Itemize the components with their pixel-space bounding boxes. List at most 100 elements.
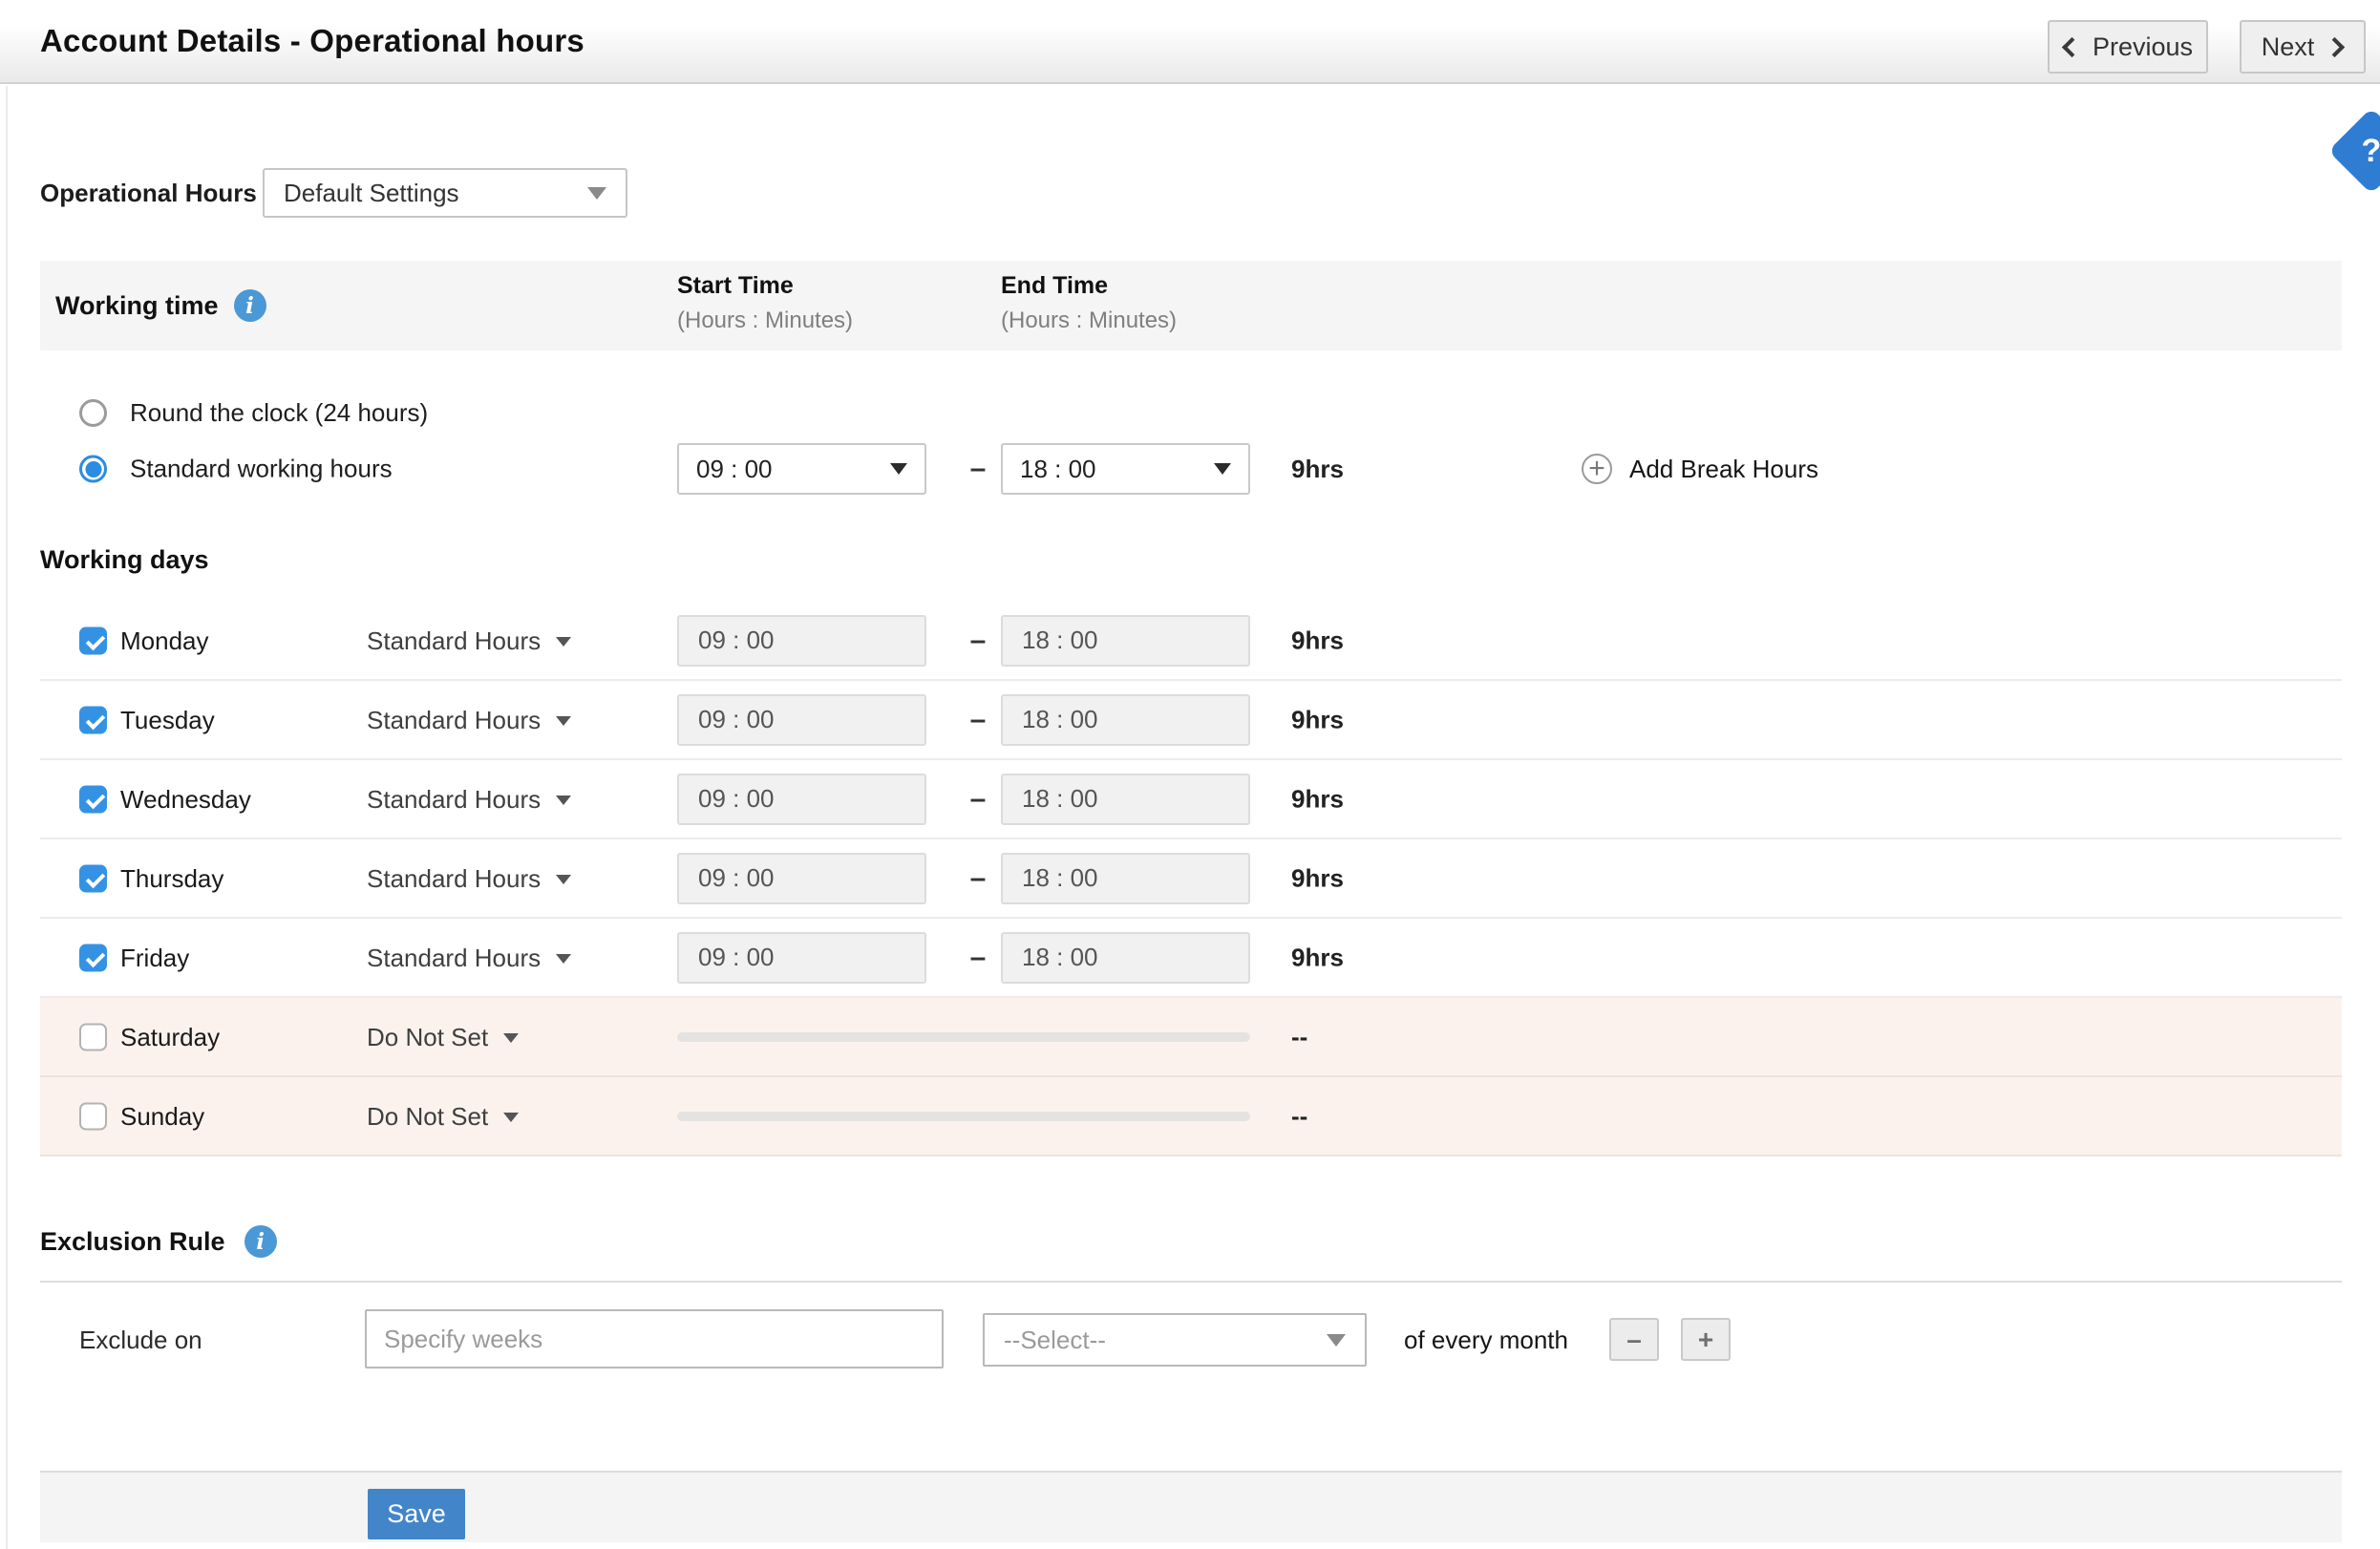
end-time-title: End Time	[1001, 272, 1177, 300]
operational-hours-page: Account Details - Operational hours Prev…	[0, 0, 2380, 1549]
time-range-dash: –	[955, 442, 1001, 496]
working-day-row: Monday Standard Hours 09 : 00 – 18 : 00 …	[40, 602, 2342, 681]
working-day-row: Saturday Do Not Set --	[40, 998, 2342, 1077]
previous-button-label: Previous	[2093, 32, 2193, 62]
end-time-column-header: End Time (Hours : Minutes)	[1001, 272, 1177, 334]
operational-hours-value: Default Settings	[284, 179, 459, 208]
end-time-value: 18 : 00	[1020, 455, 1096, 484]
day-end-field: 18 : 00	[1001, 774, 1250, 825]
page-header: Account Details - Operational hours Prev…	[0, 0, 2380, 84]
working-day-row: Sunday Do Not Set --	[40, 1077, 2342, 1156]
day-mode-dropdown[interactable]: Standard Hours	[367, 681, 571, 760]
dropdown-arrow-icon	[556, 637, 571, 647]
question-mark-icon: ?	[2362, 133, 2380, 170]
day-label: Wednesday	[120, 760, 251, 839]
working-time-label: Working time	[55, 291, 219, 321]
add-break-hours-button[interactable]: + Add Break Hours	[1582, 442, 1818, 496]
plus-circle-icon: +	[1582, 454, 1612, 484]
dropdown-arrow-icon	[556, 875, 571, 884]
add-rule-button[interactable]: +	[1681, 1318, 1731, 1361]
start-time-title: Start Time	[677, 272, 853, 300]
info-icon[interactable]: i	[244, 1225, 277, 1258]
day-checkbox[interactable]	[79, 706, 107, 733]
day-mode-label: Standard Hours	[367, 785, 541, 815]
chevron-left-icon	[2062, 36, 2082, 56]
working-day-row: Tuesday Standard Hours 09 : 00 – 18 : 00…	[40, 681, 2342, 760]
day-start-field: 09 : 00	[677, 774, 926, 825]
specify-weeks-input[interactable]	[365, 1309, 944, 1369]
save-button[interactable]: Save	[368, 1489, 465, 1539]
start-time-dropdown[interactable]: 09 : 00	[677, 443, 926, 495]
day-checkbox[interactable]	[79, 626, 107, 654]
day-checkbox[interactable]	[79, 1102, 107, 1130]
day-range-dash: –	[955, 862, 1001, 895]
day-range-dash: –	[955, 783, 1001, 816]
disabled-time-bar	[677, 1112, 1250, 1121]
previous-button[interactable]: Previous	[2048, 20, 2208, 74]
day-end-field: 18 : 00	[1001, 615, 1250, 667]
operational-hours-row: Operational Hours Default Settings	[40, 168, 2342, 218]
working-day-row: Thursday Standard Hours 09 : 00 – 18 : 0…	[40, 839, 2342, 919]
day-range-dash: –	[955, 625, 1001, 657]
minus-icon: –	[1626, 1325, 1642, 1355]
day-mode-dropdown[interactable]: Standard Hours	[367, 602, 571, 681]
day-mode-label: Do Not Set	[367, 1102, 488, 1132]
day-label: Friday	[120, 919, 189, 998]
day-label: Saturday	[120, 998, 220, 1077]
total-hours-value: 9hrs	[1291, 442, 1344, 496]
day-mode-dropdown[interactable]: Standard Hours	[367, 760, 571, 839]
start-time-column-header: Start Time (Hours : Minutes)	[677, 272, 853, 334]
standard-hours-label: Standard working hours	[130, 455, 393, 484]
footer-bar: Save	[40, 1471, 2342, 1542]
day-mode-dropdown[interactable]: Standard Hours	[367, 839, 571, 919]
dropdown-arrow-icon	[1214, 463, 1231, 475]
day-start-field: 09 : 00	[677, 932, 926, 984]
day-mode-label: Standard Hours	[367, 626, 541, 656]
dropdown-arrow-icon	[503, 1033, 519, 1043]
end-time-dropdown[interactable]: 18 : 00	[1001, 443, 1250, 495]
day-checkbox[interactable]	[79, 1023, 107, 1050]
day-checkbox[interactable]	[79, 944, 107, 971]
week-day-select-dropdown[interactable]: --Select--	[983, 1313, 1367, 1367]
plus-icon: +	[1698, 1325, 1713, 1355]
dropdown-arrow-icon	[556, 954, 571, 964]
day-start-field: 09 : 00	[677, 694, 926, 746]
dropdown-arrow-icon	[556, 716, 571, 726]
remove-rule-button[interactable]: –	[1609, 1318, 1659, 1361]
chevron-right-icon	[2325, 36, 2345, 56]
day-start-field: 09 : 00	[677, 853, 926, 904]
operational-hours-dropdown[interactable]: Default Settings	[263, 168, 627, 218]
add-break-hours-label: Add Break Hours	[1629, 455, 1818, 484]
standard-hours-radio[interactable]	[79, 456, 107, 483]
exclude-on-label: Exclude on	[79, 1309, 202, 1370]
dropdown-arrow-icon	[556, 796, 571, 805]
dropdown-arrow-icon	[1327, 1334, 1346, 1347]
day-label: Sunday	[120, 1077, 204, 1156]
round-the-clock-radio[interactable]	[79, 399, 107, 427]
day-end-field: 18 : 00	[1001, 694, 1250, 746]
day-end-field: 18 : 00	[1001, 932, 1250, 984]
dropdown-arrow-icon	[587, 187, 606, 200]
next-button[interactable]: Next	[2240, 20, 2366, 74]
day-checkbox[interactable]	[79, 864, 107, 892]
working-time-header-band: Working time i Start Time (Hours : Minut…	[40, 261, 2342, 350]
round-the-clock-option: Round the clock (24 hours)	[40, 389, 2342, 436]
next-button-label: Next	[2262, 32, 2315, 62]
day-mode-dropdown[interactable]: Do Not Set	[367, 998, 519, 1077]
start-time-value: 09 : 00	[696, 455, 773, 484]
working-time-title: Working time i	[55, 289, 266, 322]
day-end-field: 18 : 00	[1001, 853, 1250, 904]
section-divider	[40, 1281, 2342, 1283]
exclusion-rule-label: Exclusion Rule	[40, 1227, 225, 1257]
day-checkbox[interactable]	[79, 785, 107, 813]
day-duration: 9hrs	[1291, 784, 1344, 814]
standard-hours-option: Standard working hours	[79, 455, 393, 484]
day-mode-label: Standard Hours	[367, 944, 541, 973]
day-mode-dropdown[interactable]: Standard Hours	[367, 919, 571, 998]
day-start-field: 09 : 00	[677, 615, 926, 667]
day-mode-label: Standard Hours	[367, 706, 541, 735]
day-label: Monday	[120, 602, 209, 681]
day-mode-dropdown[interactable]: Do Not Set	[367, 1077, 519, 1156]
info-icon[interactable]: i	[234, 289, 266, 322]
day-label: Tuesday	[120, 681, 215, 760]
